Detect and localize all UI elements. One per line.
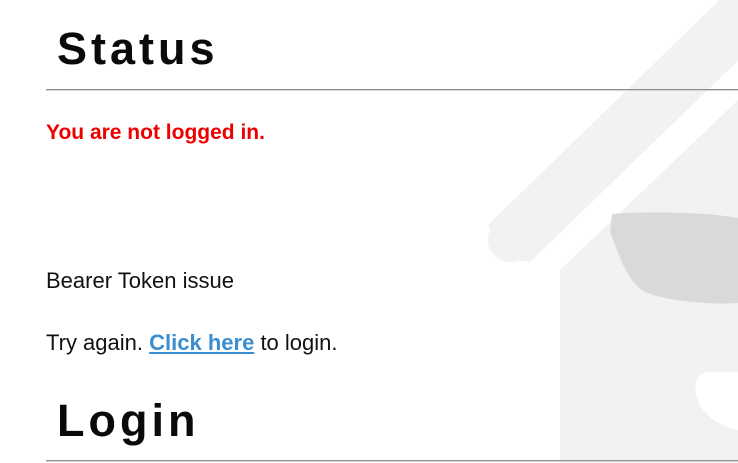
click-here-login-link[interactable]: Click here (149, 330, 254, 355)
login-heading: Login (57, 395, 200, 446)
retry-prefix-text: Try again. (46, 330, 144, 355)
not-logged-in-alert: You are not logged in. (46, 121, 265, 144)
login-divider (46, 460, 738, 462)
bearer-token-issue-text: Bearer Token issue (46, 268, 234, 293)
status-divider (46, 89, 738, 91)
retry-message: Try again. Click here to login. (46, 330, 338, 356)
status-heading: Status (57, 23, 219, 74)
page-content: Status You are not logged in. Bearer Tok… (0, 0, 738, 463)
retry-suffix-text: to login. (260, 330, 338, 355)
